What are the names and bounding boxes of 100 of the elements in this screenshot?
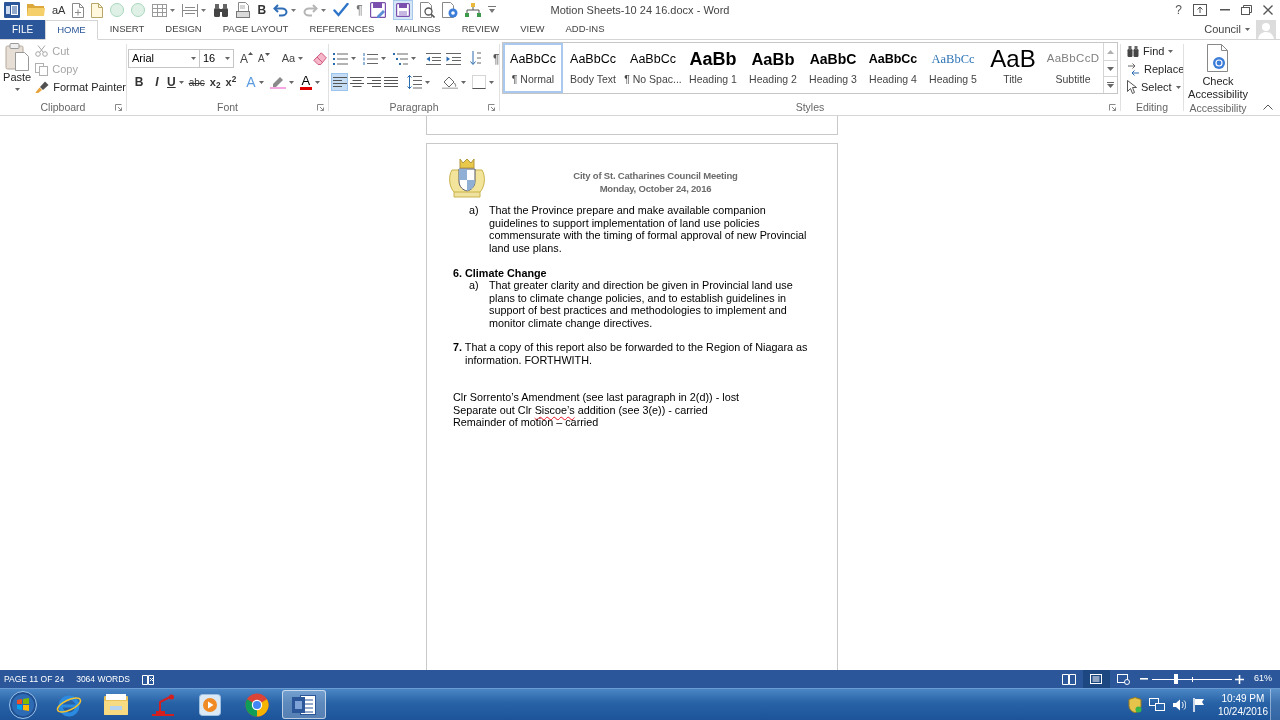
show-desktop-button[interactable] <box>1270 689 1280 720</box>
page-count[interactable]: PAGE 11 OF 24 <box>4 672 65 686</box>
page-plus-icon[interactable] <box>72 2 85 18</box>
subscript-button[interactable]: x$_{2}$ <box>209 73 221 91</box>
caret-icon[interactable] <box>425 80 430 84</box>
check-accessibility-button[interactable]: Check Accessibility <box>1184 40 1252 101</box>
align-left-button[interactable] <box>331 73 348 91</box>
font-name-field[interactable]: Arial <box>128 49 200 68</box>
style-button[interactable]: AaBb Heading 1 <box>683 43 743 93</box>
printer-page-icon[interactable] <box>236 2 251 18</box>
table-icon[interactable] <box>152 3 168 17</box>
ribbon-tab[interactable]: DESIGN <box>156 20 211 39</box>
dialog-launcher-icon[interactable] <box>115 104 122 112</box>
caret-icon[interactable] <box>225 57 230 60</box>
taskbar-button[interactable] <box>281 690 326 719</box>
caret-icon[interactable] <box>298 57 304 60</box>
show-marks-button[interactable]: ¶ <box>493 49 500 68</box>
caret-icon[interactable] <box>170 8 176 12</box>
style-button[interactable]: AaBbCc Heading 4 <box>863 43 923 93</box>
caret-icon[interactable] <box>411 57 416 60</box>
book-cross-icon[interactable] <box>142 673 154 685</box>
change-case-button[interactable]: Aa <box>281 50 304 67</box>
paste-button[interactable]: Paste <box>3 40 32 100</box>
superscript-button[interactable]: x$^{2}$ <box>225 73 237 91</box>
document-lines-icon[interactable] <box>4 2 20 18</box>
replace-button[interactable]: Replace <box>1127 60 1185 78</box>
binoculars-icon[interactable] <box>213 3 230 17</box>
dialog-launcher-icon[interactable] <box>488 104 495 112</box>
caret-icon[interactable] <box>321 8 327 12</box>
style-button[interactable]: AaB Title <box>983 43 1043 93</box>
restore-icon[interactable] <box>1241 5 1252 15</box>
ribbon-tab[interactable]: REVIEW <box>452 20 509 39</box>
ribbon-tab[interactable]: PAGE LAYOUT <box>213 20 298 39</box>
paragraph-marks-button[interactable]: ¶ <box>356 3 363 17</box>
style-button[interactable]: AaBb Heading 2 <box>743 43 803 93</box>
customize-caret-icon[interactable] <box>487 6 496 14</box>
case-button[interactable]: aA <box>52 3 66 17</box>
caret-icon[interactable] <box>1245 28 1250 31</box>
caret-icon[interactable] <box>201 8 207 12</box>
clock-date[interactable]: 10/24/2016 <box>1217 704 1268 718</box>
caret-icon[interactable] <box>351 57 356 60</box>
page-magnifier-icon[interactable] <box>419 2 435 18</box>
row-split-icon[interactable] <box>182 3 199 17</box>
network-icon[interactable] <box>1148 698 1165 711</box>
increase-indent-icon[interactable] <box>446 52 461 65</box>
bold-button[interactable]: B <box>257 3 267 17</box>
line-spacing-icon[interactable] <box>407 75 422 89</box>
undo-icon[interactable] <box>273 3 289 17</box>
style-button[interactable]: AaBbCc ¶ Normal <box>503 43 563 93</box>
caret-icon[interactable] <box>291 8 297 12</box>
bold-button[interactable]: B <box>131 73 147 91</box>
account-button[interactable]: Council <box>1204 21 1250 38</box>
ribbon-tab[interactable]: REFERENCES <box>300 20 384 39</box>
dialog-launcher-icon[interactable] <box>317 104 324 112</box>
format-painter-button[interactable]: Format Painter <box>35 78 126 96</box>
sort-arrow-icon[interactable] <box>470 51 482 66</box>
decrease-indent-icon[interactable] <box>426 52 441 65</box>
speaker-icon[interactable] <box>1171 698 1186 711</box>
grow-font-button[interactable]: A <box>240 51 253 66</box>
page-circle-icon[interactable] <box>441 2 458 18</box>
close-icon[interactable] <box>1263 5 1273 15</box>
select-button[interactable]: Select <box>1127 78 1185 96</box>
ribbon-tab[interactable]: INSERT <box>100 20 154 39</box>
italic-button[interactable]: I <box>149 73 165 91</box>
style-button[interactable]: AaBbC Heading 3 <box>803 43 863 93</box>
style-button[interactable]: AaBbCc Body Text <box>563 43 623 93</box>
font-size-field[interactable]: 16 <box>200 49 234 68</box>
word-count[interactable]: 3064 WORDS <box>76 672 130 686</box>
up-caret-icon[interactable] <box>248 51 253 55</box>
caret-icon[interactable] <box>14 88 20 91</box>
eraser-icon[interactable] <box>313 52 328 65</box>
caret-icon[interactable] <box>1168 49 1174 53</box>
shrink-font-button[interactable]: A <box>258 51 270 66</box>
bullets-icon[interactable] <box>333 52 348 65</box>
caret-icon[interactable] <box>489 80 494 84</box>
numbering-icon[interactable] <box>363 52 378 65</box>
caret-icon[interactable] <box>315 80 321 84</box>
disk-pen-icon[interactable] <box>369 2 386 18</box>
clock-time[interactable]: 10:49 PM <box>1221 691 1265 705</box>
zoom-slider-thumb[interactable] <box>1174 674 1178 684</box>
dialog-launcher-icon[interactable] <box>1109 104 1116 112</box>
collapse-ribbon-icon[interactable] <box>1263 104 1273 110</box>
shield-icon[interactable] <box>1127 696 1142 713</box>
zoom-slider[interactable] <box>1152 673 1232 685</box>
org-chart-icon[interactable] <box>464 3 481 17</box>
caret-icon[interactable] <box>1175 85 1181 89</box>
caret-icon[interactable] <box>288 80 294 84</box>
help-button[interactable]: ? <box>1175 3 1182 17</box>
check-mark-icon[interactable] <box>333 3 350 17</box>
style-button[interactable]: AaBbCc Heading 5 <box>923 43 983 93</box>
highlight-button[interactable] <box>269 75 294 89</box>
zoom-level[interactable]: 61% <box>1254 672 1272 686</box>
plus-icon[interactable] <box>1235 674 1244 684</box>
ribbon-tab[interactable]: VIEW <box>511 20 554 39</box>
more-styles-icon[interactable] <box>1107 82 1114 88</box>
caret-icon[interactable] <box>381 57 386 60</box>
save-icon[interactable] <box>392 0 413 20</box>
paint-bucket-icon[interactable] <box>442 75 458 89</box>
scroll-down-icon[interactable] <box>1107 66 1114 71</box>
caret-icon[interactable] <box>178 80 184 84</box>
